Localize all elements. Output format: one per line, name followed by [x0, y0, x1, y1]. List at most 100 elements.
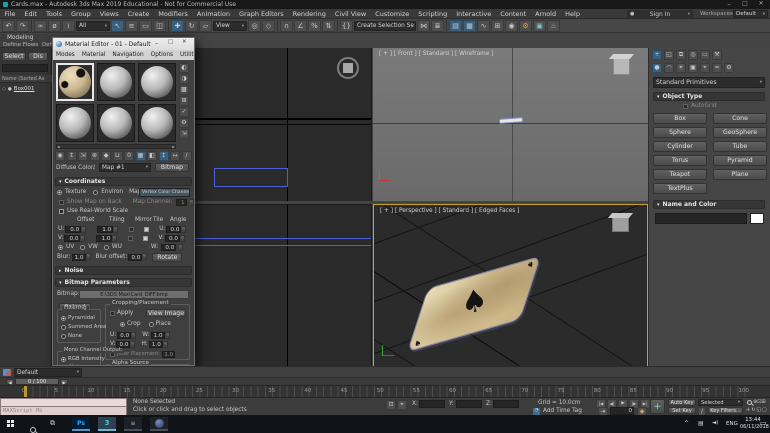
edit-named-selection-sets-icon[interactable]: {} — [340, 20, 353, 32]
v-tile-checkbox[interactable] — [143, 236, 149, 241]
noise-rollout[interactable]: ▸ Noise — [55, 266, 192, 275]
w-angle-field[interactable]: 0.0 — [161, 244, 177, 251]
menu-item[interactable]: Customize — [371, 10, 414, 18]
render-setup-icon[interactable]: ⚙ — [519, 20, 532, 32]
category-cameras-icon[interactable]: ▣ — [688, 63, 698, 73]
assign-to-selection-icon[interactable]: ⇲ — [78, 151, 88, 161]
scene-explorer-select-button[interactable]: Select — [2, 52, 26, 61]
selection-filter-dropdown[interactable]: All ▾ — [76, 21, 110, 31]
primitive-button[interactable]: Cone — [713, 113, 767, 124]
set-keys-button[interactable]: + — [650, 399, 665, 414]
summed-area-radio[interactable] — [61, 325, 66, 331]
toggle-scene-explorer-icon[interactable]: ▤ — [449, 20, 462, 32]
sample-horizontal-scrollbar[interactable]: ◀ ▶ — [56, 144, 176, 149]
material-editor-icon[interactable]: ◉ — [505, 20, 518, 32]
viewport-perspective-label[interactable]: [ + ] [ Perspective ] [ Standard ] [ Edg… — [380, 208, 519, 214]
menu-item[interactable]: Scripting — [414, 10, 452, 18]
select-object-icon[interactable]: ↖ — [111, 20, 124, 32]
v-mirror-checkbox[interactable] — [128, 236, 134, 241]
put-to-library-icon[interactable]: ⊔ — [112, 151, 123, 161]
reset-map-icon[interactable]: ⊗ — [89, 151, 100, 161]
jitter-field[interactable]: 1.0 — [162, 351, 176, 358]
spinner[interactable] — [179, 244, 184, 251]
category-shapes-icon[interactable]: ◠ — [664, 63, 674, 73]
curve-editor-icon[interactable]: ∿ — [477, 20, 490, 32]
tab-utilities-icon[interactable]: ⚒ — [712, 50, 722, 60]
snap-toggle-icon[interactable]: ∩ — [280, 20, 293, 32]
orbit-icon[interactable]: ↻ — [751, 407, 755, 413]
taskbar-photoshop[interactable]: Ps — [72, 417, 90, 431]
sample-type-icon[interactable]: ◐ — [179, 63, 189, 73]
menu-item[interactable]: Edit — [20, 10, 42, 18]
go-forward-icon[interactable]: ↦ — [170, 151, 180, 161]
action-center-icon[interactable]: ▭ — [760, 419, 767, 427]
bitmap-type-button[interactable]: Bitmap — [155, 163, 189, 172]
spinner[interactable] — [114, 226, 119, 233]
object-color-swatch[interactable] — [750, 213, 764, 224]
taskbar-app4[interactable] — [150, 417, 168, 431]
menu-item[interactable]: Views — [95, 10, 123, 18]
track-bar[interactable]: 0510152025303540455055606570758085909510… — [0, 385, 770, 398]
scene-explorer-column-header[interactable]: Name (Sorted As — [0, 75, 52, 83]
uv-radio[interactable] — [58, 245, 63, 250]
dialog-close-button[interactable]: ✕ — [182, 39, 187, 45]
coordinates-rollout[interactable]: ▾ Coordinates — [55, 177, 192, 186]
spinner[interactable] — [82, 226, 87, 233]
angle-snap-icon[interactable]: ∠ — [294, 20, 307, 32]
pan-icon[interactable]: ✛ — [746, 407, 750, 413]
material-sphere-card[interactable] — [59, 66, 91, 98]
menu-item[interactable]: Tools — [41, 10, 66, 18]
viewcube-top[interactable] — [337, 57, 359, 79]
name-color-rollout[interactable]: ▾ Name and Color — [653, 200, 765, 209]
close-button[interactable]: ✕ — [754, 0, 768, 7]
bind-to-space-warp-icon[interactable]: ≀ — [62, 20, 75, 32]
menu-item[interactable]: Rendering — [288, 10, 330, 18]
maxscript-mini-listener-input[interactable] — [0, 398, 127, 407]
blur-offset-field[interactable]: 0.0 — [128, 254, 143, 261]
v-tiling-field[interactable]: 1.0 — [96, 235, 113, 242]
volume-icon[interactable]: ◄) — [712, 420, 718, 426]
maximize-viewport-icon[interactable]: ▢ — [762, 407, 767, 413]
spinner-snap-icon[interactable]: ⇅ — [322, 20, 335, 32]
ribbon-tab-modeling[interactable]: Modeling — [7, 35, 33, 41]
tab-create-icon[interactable]: + — [652, 50, 662, 60]
window-crossing-icon[interactable]: ◫ — [153, 20, 166, 32]
bitmap-path-button[interactable]: E:\3DS Max\Card_DIFF.bmp — [79, 290, 189, 299]
autogrid-row[interactable]: AutoGrid — [683, 103, 717, 110]
u-tiling-field[interactable]: 1.0 — [97, 226, 114, 233]
animation-layer-dropdown[interactable]: Default ▾ — [14, 368, 82, 377]
primitive-button[interactable]: Teapot — [653, 169, 707, 180]
menu-item[interactable]: Civil View — [330, 10, 370, 18]
card-wireframe-top[interactable] — [214, 168, 288, 187]
y-coordinate-field[interactable] — [456, 400, 482, 408]
field-of-view-icon[interactable]: ◱ — [756, 407, 761, 413]
sample-slot[interactable] — [97, 63, 135, 101]
undo-icon[interactable]: ↶ — [2, 20, 15, 32]
set-key-button[interactable]: Set Key — [668, 407, 696, 414]
menu-item[interactable]: Animation — [192, 10, 234, 18]
category-spacewarps-icon[interactable]: ≈ — [712, 63, 722, 73]
scene-explorer-display-button[interactable]: Dis — [28, 52, 48, 61]
mirror-icon[interactable]: ⋈ — [417, 20, 430, 32]
primitive-button[interactable]: Sphere — [653, 127, 707, 138]
put-to-scene-icon[interactable]: ↥ — [66, 151, 77, 161]
taskbar-app3[interactable]: ≡ — [124, 417, 142, 431]
scroll-right-icon[interactable]: ▶ — [172, 145, 175, 149]
tab-hierarchy-icon[interactable]: ⧉ — [676, 50, 686, 60]
viewcube-perspective[interactable] — [612, 217, 629, 232]
material-sphere[interactable] — [141, 107, 173, 139]
material-sphere[interactable] — [59, 107, 91, 139]
reference-coordinate-dropdown[interactable]: View ▾ — [213, 21, 247, 31]
redo-icon[interactable]: ↷ — [16, 20, 29, 32]
menu-item[interactable]: Graph Editors — [235, 10, 289, 18]
language-indicator[interactable]: ENG — [726, 421, 738, 427]
crop-radio[interactable] — [120, 322, 125, 328]
taskbar-search-icon[interactable] — [30, 427, 36, 433]
unlink-selection-icon[interactable]: ø — [48, 20, 61, 32]
material-editor-dialog[interactable]: Material Editor - 01 - Default – □ ✕ Mod… — [52, 37, 195, 366]
minimize-button[interactable]: – — [722, 0, 736, 8]
spinner[interactable] — [163, 341, 168, 348]
spinner[interactable] — [131, 341, 136, 348]
zoom-region-icon[interactable]: ⊞ — [761, 399, 765, 405]
dialog-minimize-button[interactable]: – — [155, 39, 158, 47]
